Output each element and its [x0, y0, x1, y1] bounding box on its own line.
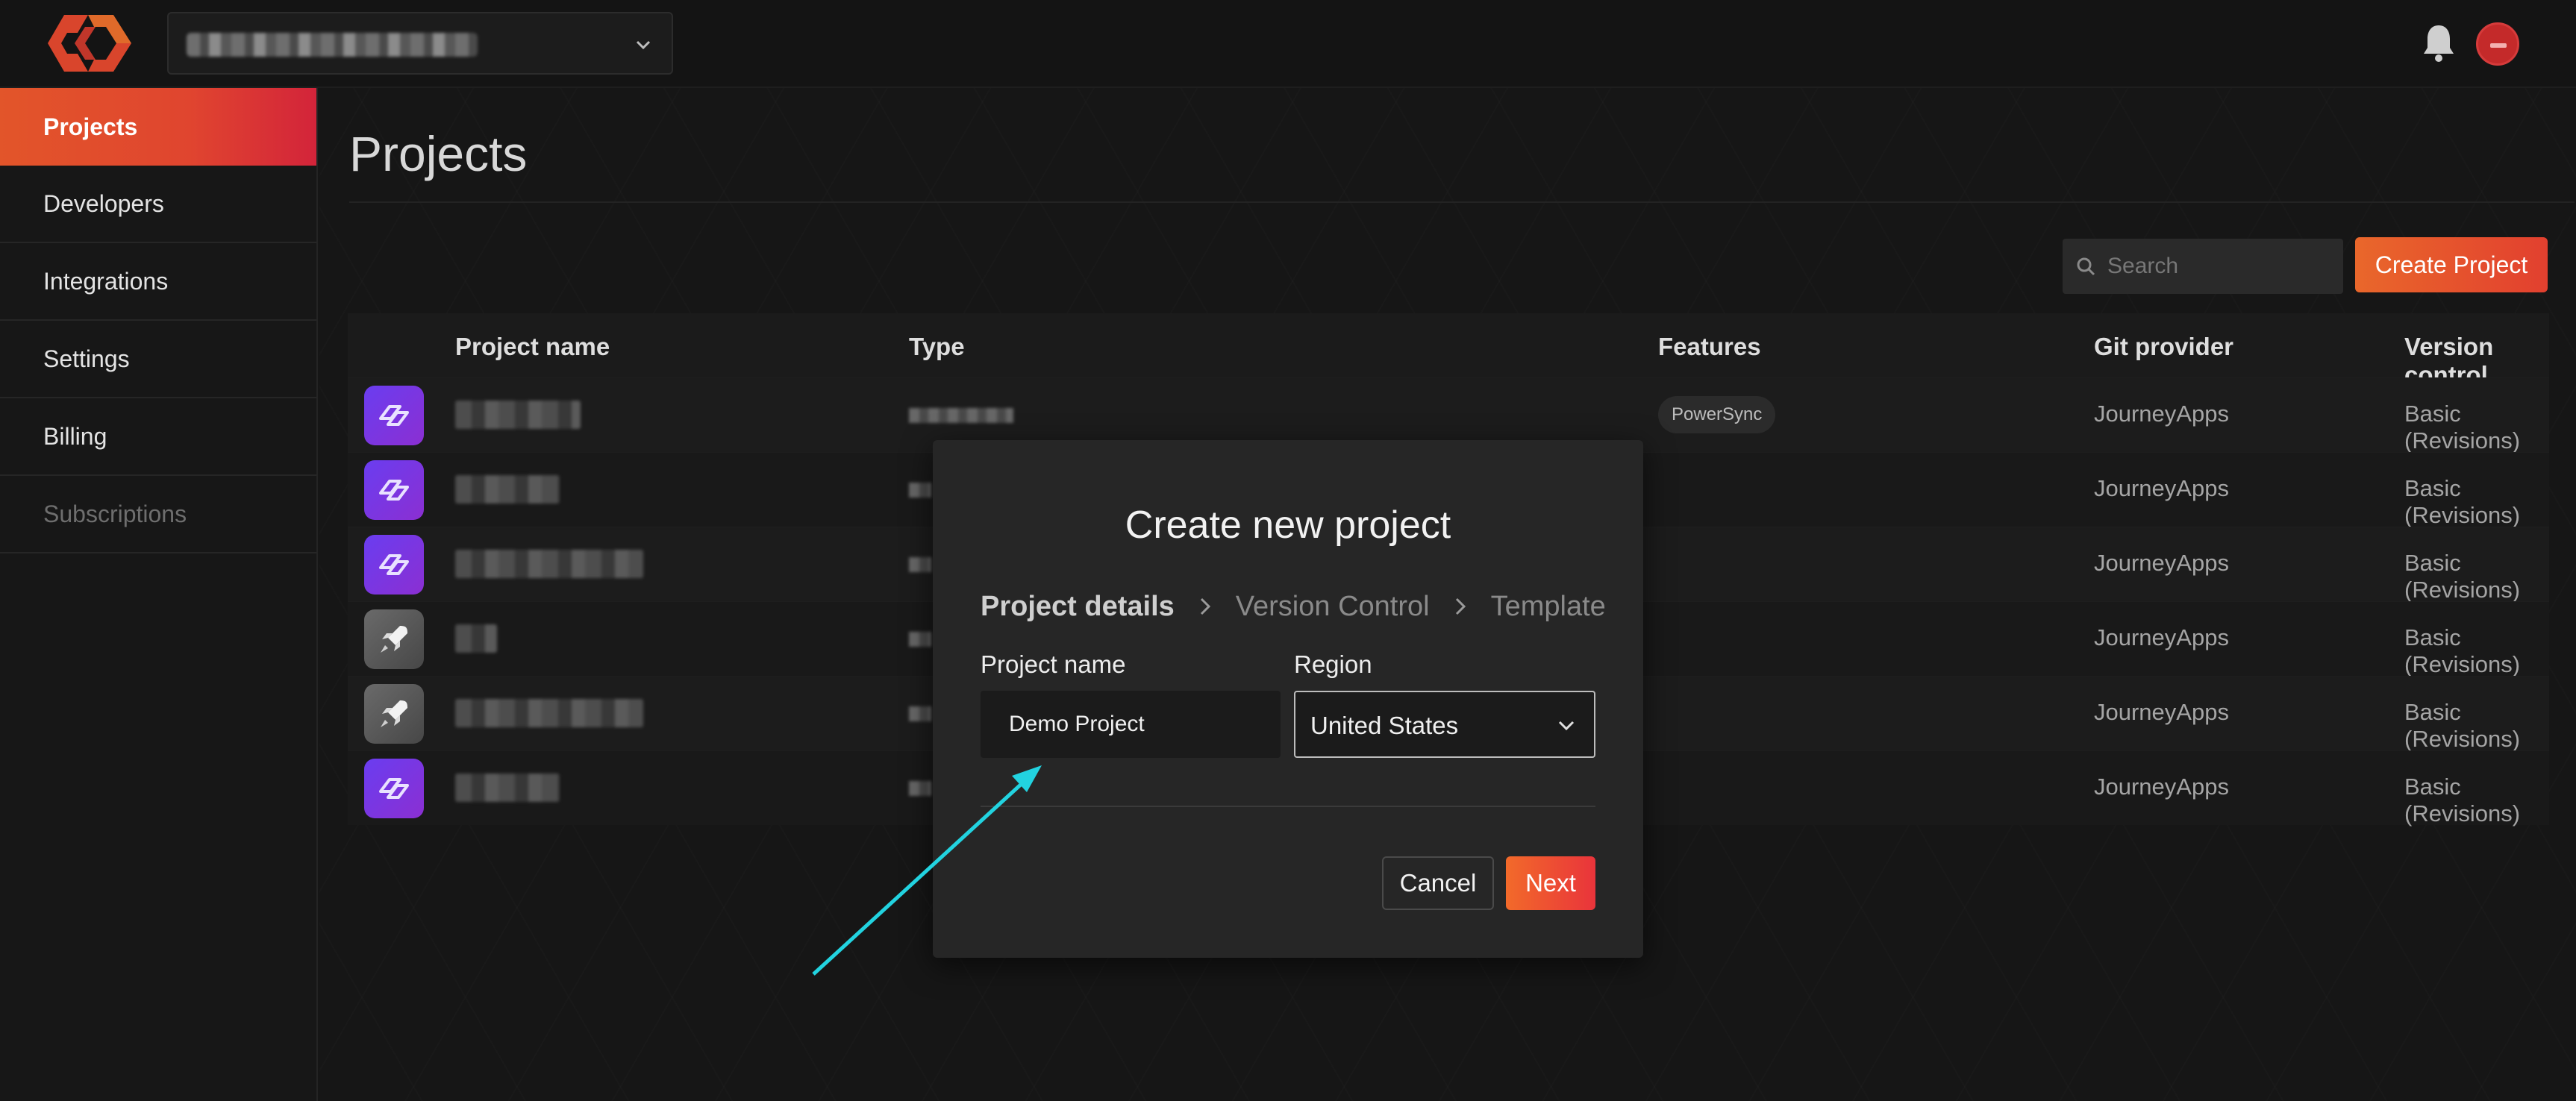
git-provider-cell: JourneyApps — [2094, 774, 2229, 800]
sidebar-item-subscriptions[interactable]: Subscriptions — [0, 476, 316, 553]
project-name-redacted — [455, 401, 581, 429]
version-control-cell: Basic (Revisions) — [2404, 401, 2521, 454]
dialog-title: Create new project — [1125, 504, 1451, 547]
git-provider-cell: JourneyApps — [2094, 401, 2229, 427]
wizard-steps: Project details Version Control Template — [981, 588, 1606, 625]
organization-name-redacted — [187, 33, 478, 57]
sidebar-item-developers[interactable]: Developers — [0, 166, 316, 243]
project-type-redacted — [909, 706, 931, 721]
project-name-redacted — [455, 774, 560, 802]
sidebar-item-integrations[interactable]: Integrations — [0, 243, 316, 321]
rocket-icon — [364, 609, 424, 669]
project-type-redacted — [909, 632, 931, 647]
chevron-down-icon — [1558, 721, 1575, 731]
version-control-cell: Basic (Revisions) — [2404, 475, 2521, 528]
divider — [349, 201, 2575, 203]
column-header-project-name[interactable]: Project name — [455, 333, 610, 361]
project-name-redacted — [455, 624, 497, 653]
project-type-redacted — [909, 408, 1013, 423]
next-button[interactable]: Next — [1506, 856, 1595, 910]
project-name-redacted — [455, 699, 643, 727]
user-avatar[interactable] — [2476, 22, 2519, 66]
powersync-icon — [364, 386, 424, 445]
notification-bell-icon[interactable] — [2421, 22, 2457, 64]
sidebar-item-settings[interactable]: Settings — [0, 321, 316, 398]
step-version-control: Version Control — [1235, 590, 1430, 622]
top-bar — [0, 0, 2576, 88]
page-title: Projects — [349, 126, 528, 181]
column-header-features[interactable]: Features — [1658, 333, 1761, 361]
journeyapps-logo[interactable] — [42, 10, 139, 76]
search-box[interactable] — [2063, 239, 2343, 294]
chevron-right-icon — [1200, 597, 1210, 615]
region-select[interactable]: United States — [1294, 691, 1595, 758]
chevron-down-icon — [636, 40, 651, 50]
project-name-redacted — [455, 475, 560, 504]
project-type-redacted — [909, 557, 931, 572]
sidebar-item-projects[interactable]: Projects — [0, 88, 316, 166]
project-name-label: Project name — [981, 650, 1126, 678]
powersync-icon — [364, 460, 424, 520]
project-name-input[interactable] — [981, 691, 1281, 758]
column-header-type[interactable]: Type — [909, 333, 965, 361]
project-name-redacted — [455, 550, 643, 578]
chevron-right-icon — [1455, 597, 1466, 615]
project-type-redacted — [909, 781, 931, 796]
step-project-details: Project details — [981, 590, 1175, 622]
region-selected-value: United States — [1310, 712, 1459, 739]
rocket-icon — [364, 684, 424, 744]
create-project-button[interactable]: Create Project — [2355, 237, 2548, 292]
git-provider-cell: JourneyApps — [2094, 624, 2229, 650]
step-template: Template — [1490, 590, 1606, 622]
search-input[interactable] — [2107, 239, 2331, 294]
version-control-cell: Basic (Revisions) — [2404, 699, 2521, 752]
git-provider-cell: JourneyApps — [2094, 475, 2229, 501]
region-label: Region — [1294, 650, 1372, 678]
powersync-icon — [364, 759, 424, 818]
divider — [981, 806, 1595, 807]
feature-badge: PowerSync — [1658, 396, 1776, 433]
git-provider-cell: JourneyApps — [2094, 550, 2229, 576]
cancel-button[interactable]: Cancel — [1382, 856, 1494, 910]
version-control-cell: Basic (Revisions) — [2404, 774, 2521, 826]
search-icon — [2077, 257, 2095, 276]
organization-selector[interactable] — [167, 12, 673, 75]
sidebar: Projects Developers Integrations Setting… — [0, 88, 318, 1101]
git-provider-cell: JourneyApps — [2094, 699, 2229, 725]
version-control-cell: Basic (Revisions) — [2404, 624, 2521, 677]
project-type-redacted — [909, 483, 931, 498]
column-header-git-provider[interactable]: Git provider — [2094, 333, 2233, 361]
create-project-dialog: Create new project Project details Versi… — [933, 440, 1643, 958]
version-control-cell: Basic (Revisions) — [2404, 550, 2521, 603]
sidebar-item-billing[interactable]: Billing — [0, 398, 316, 476]
table-header: Project name Type Features Git provider … — [348, 313, 2549, 389]
powersync-icon — [364, 535, 424, 595]
